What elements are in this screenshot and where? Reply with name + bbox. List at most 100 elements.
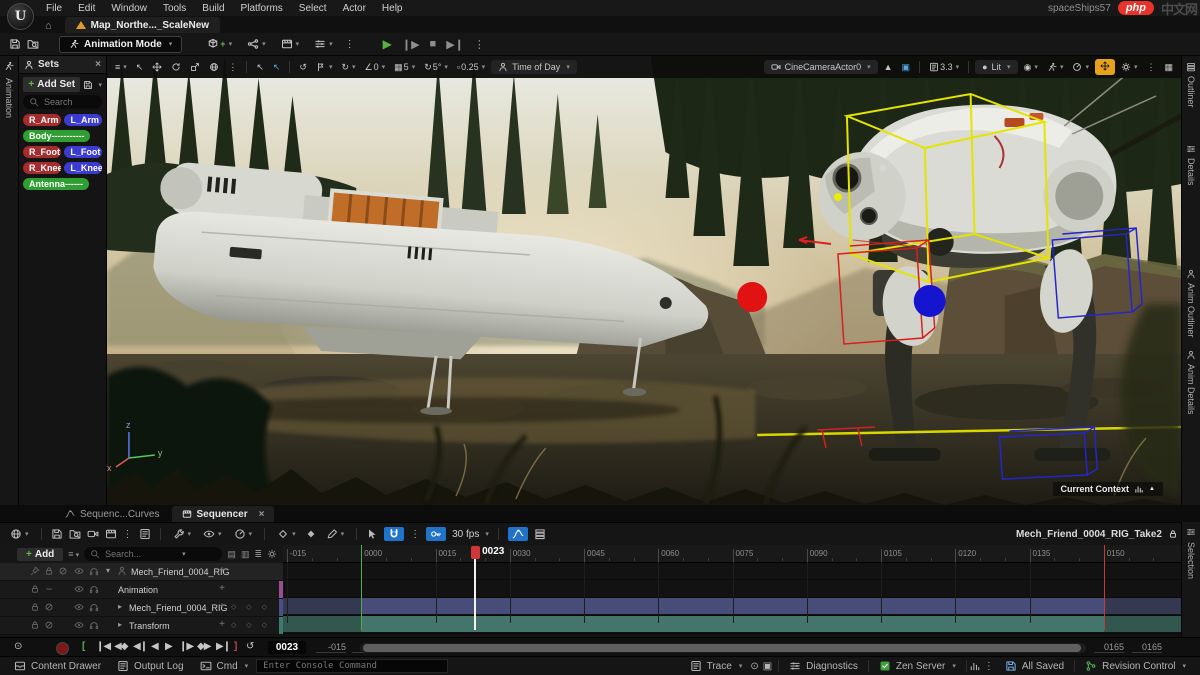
track-row-mech-friend-0004-rig[interactable]: ▸Mech_Friend_0004_RIG+◇ ◇ ◇ [0, 599, 283, 617]
playhead-line[interactable] [474, 557, 476, 630]
eye-icon[interactable] [74, 566, 84, 576]
viewport[interactable]: z y x ≡▾ ↖ ⋮ ↖ ↖ ↺ ▾ ↻▾ [107, 56, 1181, 505]
unlock-icon[interactable] [1168, 529, 1178, 539]
play-options-dots-icon[interactable]: ⋮ [474, 38, 485, 51]
cmd-dropdown[interactable]: Cmd ▾ [192, 660, 257, 672]
edit-options-dropdown[interactable]: ▾ [323, 527, 348, 541]
expand-arrow-icon[interactable]: ▸ [118, 620, 122, 629]
expand-arrow-icon[interactable]: ▸ [118, 602, 122, 611]
find-in-content-browser-icon[interactable] [69, 528, 81, 540]
curve-editor-button[interactable] [508, 527, 528, 541]
view-options-dropdown[interactable]: ▾ [200, 527, 225, 541]
more-dots-icon[interactable]: ⋮ [981, 661, 997, 672]
viewport-options-button[interactable]: ≡▾ [112, 61, 130, 73]
headphones-icon[interactable] [89, 584, 99, 594]
step-forward-button[interactable]: ❙▶ [179, 641, 193, 652]
transform-gizmo-toggle[interactable] [1095, 59, 1115, 75]
record-button[interactable] [56, 642, 69, 655]
tab-selection-label[interactable]: Selection [1186, 542, 1196, 579]
tab-sequencer[interactable]: Sequencer × [172, 506, 275, 522]
loop-button[interactable]: ↺ [246, 641, 254, 652]
timeline-scrollbar-thumb[interactable] [363, 644, 1081, 652]
edit-mode-cursor-icon[interactable] [366, 528, 378, 540]
view-density-relaxed-icon[interactable]: ▥ [241, 549, 250, 560]
quad-view-button[interactable]: ▦ [1161, 61, 1176, 74]
angle-snap-dropdown[interactable]: ∠ 0▾ [362, 61, 389, 74]
slash-icon[interactable] [44, 620, 54, 630]
cinematics-button[interactable]: ▾ [278, 37, 303, 51]
chevron-down-icon[interactable]: ▾ [182, 550, 186, 558]
menu-actor[interactable]: Actor [335, 2, 374, 15]
diagnostics-button[interactable]: Diagnostics [781, 660, 866, 672]
track-row-mech-friend-0004-rig[interactable]: ▾Mech_Friend_0004_RIG+ [0, 563, 283, 581]
grid-snap-dropdown[interactable]: ▦ 5▾ [391, 61, 418, 74]
eye-icon[interactable] [74, 620, 84, 630]
to-front-button[interactable]: ❙◀ [96, 641, 110, 652]
frame-skip-button[interactable]: ❙▶ [402, 38, 420, 51]
character-preview-dropdown[interactable]: ▾ [1044, 61, 1067, 73]
select-tool-button[interactable]: ↖ [133, 61, 147, 74]
blueprints-button[interactable]: ▾ [244, 37, 269, 51]
menu-edit[interactable]: Edit [70, 2, 103, 15]
set-pill-r_foot[interactable]: R_Foot [23, 146, 61, 158]
screenshot-icon[interactable]: ▣ [759, 661, 776, 672]
show-flags-dropdown[interactable]: ◉▾ [1021, 61, 1041, 74]
lock-icon[interactable] [30, 584, 40, 594]
stats-icon[interactable] [969, 660, 981, 672]
time-of-day-dropdown[interactable]: Time of Day▾ [491, 60, 577, 74]
view-list-icon[interactable]: ≣ [254, 549, 262, 560]
viewport-scene[interactable]: z y x [107, 56, 1181, 505]
previous-key-button[interactable]: ◀◆ [114, 641, 127, 652]
minus-icon[interactable] [44, 584, 54, 594]
play-button[interactable]: ▶ [383, 37, 392, 51]
unreal-engine-logo-icon[interactable]: U [7, 3, 34, 30]
play-button[interactable]: ▶ [165, 641, 172, 652]
outliner-settings-icon[interactable] [267, 549, 277, 559]
key-navigation[interactable]: ◇ ◇ ◇ [231, 621, 271, 629]
set-pill-l_foot[interactable]: L_Foot [64, 146, 102, 158]
set-pill-r_knee[interactable]: R_Knee [23, 162, 61, 174]
set-pill-antenna[interactable]: Antenna------ [23, 178, 89, 190]
blue-sphere-gizmo[interactable] [914, 285, 946, 317]
view-mode-dropdown[interactable]: ● Lit▾ [975, 60, 1017, 74]
right-tab-outliner[interactable]: Outliner [1186, 59, 1196, 111]
level-tab[interactable]: Map_Northe..._ScaleNew [65, 17, 220, 33]
auto-key-dropdown[interactable]: ▾ [274, 527, 299, 541]
rotation-snap-dropdown[interactable]: ↻ 5°▾ [421, 61, 451, 74]
camera-actor-dropdown[interactable]: CineCameraActor0▾ [764, 60, 878, 74]
sets-search[interactable] [23, 95, 102, 109]
menu-platforms[interactable]: Platforms [233, 2, 291, 15]
set-pill-l_arm[interactable]: L_Arm [64, 114, 102, 126]
sequencer-ruler[interactable]: -015000000150030004500600075009001050120… [283, 545, 1182, 563]
add-section-button[interactable]: + [219, 583, 225, 594]
create-camera-icon[interactable] [87, 528, 99, 540]
eye-icon[interactable] [74, 602, 84, 612]
playback-end-bracket[interactable]: ] [234, 641, 237, 652]
right-tab-anim-outliner[interactable]: Anim Outliner [1186, 266, 1196, 341]
add-section-button[interactable]: + [219, 619, 225, 630]
more-dots-icon[interactable]: ⋮ [345, 39, 355, 50]
performance-dropdown[interactable]: ▾ [1069, 61, 1092, 73]
current-frame-display[interactable]: 0023 [268, 641, 306, 654]
timeline-scrollbar[interactable] [360, 643, 1086, 653]
more-dots-icon[interactable]: ⋮ [123, 529, 133, 540]
pilot-toggle-button[interactable]: ▣ [899, 61, 914, 74]
insights-icon[interactable]: ⊙ [750, 661, 758, 672]
filter-dropdown[interactable]: ≡▾ [68, 549, 79, 559]
save-sequence-icon[interactable] [51, 528, 63, 540]
right-tab-anim-details[interactable]: Anim Details [1186, 347, 1196, 418]
console-command-input[interactable] [256, 659, 448, 673]
snap-rotate-button[interactable]: ↻▾ [338, 61, 358, 74]
playback-start-marker[interactable] [361, 545, 362, 630]
camera-speed-dropdown[interactable]: 3.3▾ [926, 61, 962, 73]
surface-snap-button[interactable]: ▾ [313, 61, 336, 73]
coordinate-system-button[interactable] [206, 61, 222, 73]
orbit-camera-button[interactable]: ↺ [296, 61, 310, 74]
sequence-breadcrumb[interactable]: Mech_Friend_0004_RIG_Take2 [1016, 529, 1178, 540]
menu-file[interactable]: File [38, 2, 70, 15]
import-set-icon[interactable] [83, 80, 93, 90]
track-search[interactable]: ▾ [84, 547, 222, 561]
playback-start-bracket[interactable]: [ [82, 641, 85, 652]
content-drawer-button[interactable]: Content Drawer [6, 660, 109, 672]
browse-content-icon[interactable] [27, 38, 39, 50]
